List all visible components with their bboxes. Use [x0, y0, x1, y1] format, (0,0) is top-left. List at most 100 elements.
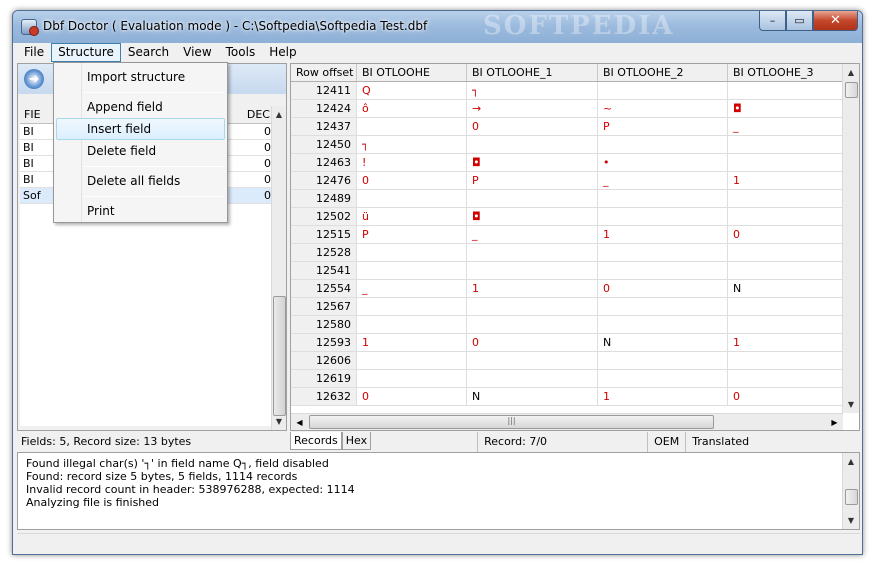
record-cell[interactable]	[728, 190, 843, 207]
row-offset-cell[interactable]: 12437	[291, 118, 357, 135]
record-cell[interactable]: P	[598, 118, 728, 135]
table-row[interactable]: 12502 ü ◘	[291, 208, 843, 226]
row-offset-cell[interactable]: 12450	[291, 136, 357, 153]
record-cell[interactable]	[598, 370, 728, 387]
record-cell[interactable]	[467, 244, 598, 261]
tab-records[interactable]: Records	[290, 432, 342, 450]
record-cell[interactable]: _	[728, 118, 843, 135]
row-offset-cell[interactable]: 12476	[291, 172, 357, 189]
record-cell[interactable]	[467, 352, 598, 369]
record-cell[interactable]: 1	[598, 226, 728, 243]
record-cell[interactable]: Q	[357, 82, 467, 99]
record-cell[interactable]	[357, 262, 467, 279]
row-offset-cell[interactable]: 12632	[291, 388, 357, 405]
scroll-up-arrow-icon[interactable]: ▲	[843, 64, 859, 81]
record-cell[interactable]: ┐	[467, 82, 598, 99]
record-cell[interactable]	[728, 208, 843, 225]
record-cell[interactable]: P	[467, 172, 598, 189]
record-cell[interactable]	[598, 316, 728, 333]
record-cell[interactable]: 1	[467, 280, 598, 297]
record-cell[interactable]	[598, 190, 728, 207]
table-row[interactable]: 12463! ◘ •	[291, 154, 843, 172]
record-cell[interactable]: ü	[357, 208, 467, 225]
record-cell[interactable]: P	[357, 226, 467, 243]
column-header-field-4[interactable]: BI OTLOOHE_3	[728, 64, 843, 81]
records-vscrollbar[interactable]: ▲ ▼	[842, 64, 859, 413]
row-offset-cell[interactable]: 12424	[291, 100, 357, 117]
record-cell[interactable]: 1	[728, 172, 843, 189]
record-cell[interactable]	[467, 316, 598, 333]
record-cell[interactable]: •	[598, 154, 728, 171]
scroll-right-arrow-icon[interactable]: ▶	[826, 414, 843, 430]
record-cell[interactable]	[467, 136, 598, 153]
row-offset-cell[interactable]: 12463	[291, 154, 357, 171]
table-row[interactable]: 12593 1 0 N 1	[291, 334, 843, 352]
record-cell[interactable]	[728, 352, 843, 369]
record-cell[interactable]	[598, 82, 728, 99]
record-cell[interactable]: →	[467, 100, 598, 117]
close-button[interactable]: ✕	[813, 11, 858, 31]
row-offset-cell[interactable]: 12528	[291, 244, 357, 261]
record-cell[interactable]	[357, 370, 467, 387]
record-cell[interactable]: 1	[357, 334, 467, 351]
record-cell[interactable]: 0	[598, 280, 728, 297]
menu-print[interactable]: Print	[56, 200, 225, 222]
record-cell[interactable]: ô	[357, 100, 467, 117]
import-arrow-icon[interactable]: ➜	[24, 69, 44, 89]
log-scrollbar[interactable]: ▲ ▼	[842, 453, 859, 529]
menu-insert-field[interactable]: Insert field	[56, 118, 225, 140]
record-cell[interactable]: ◘	[467, 154, 598, 171]
column-header-row-offset[interactable]: Row offset	[291, 64, 357, 81]
row-offset-cell[interactable]: 12502	[291, 208, 357, 225]
table-row[interactable]: 12411 Q ┐	[291, 82, 843, 100]
menu-delete-field[interactable]: Delete field	[56, 140, 225, 162]
record-cell[interactable]: 0	[357, 388, 467, 405]
record-cell[interactable]: 1	[598, 388, 728, 405]
record-cell[interactable]: 0	[357, 172, 467, 189]
table-row[interactable]: 12528	[291, 244, 843, 262]
table-row[interactable]: 12437 0 P _	[291, 118, 843, 136]
record-cell[interactable]	[357, 190, 467, 207]
record-cell[interactable]	[357, 118, 467, 135]
scroll-thumb[interactable]: |||	[309, 415, 714, 429]
scroll-down-arrow-icon[interactable]: ▼	[272, 413, 286, 430]
record-cell[interactable]	[598, 352, 728, 369]
table-row[interactable]: 12450 ┐	[291, 136, 843, 154]
record-cell[interactable]: !	[357, 154, 467, 171]
record-cell[interactable]	[357, 352, 467, 369]
row-offset-cell[interactable]: 12567	[291, 298, 357, 315]
row-offset-cell[interactable]: 12619	[291, 370, 357, 387]
scroll-up-arrow-icon[interactable]: ▲	[272, 106, 286, 123]
row-offset-cell[interactable]: 12606	[291, 352, 357, 369]
title-bar[interactable]: Dbf Doctor ( Evaluation mode ) - C:\Soft…	[13, 11, 862, 43]
record-cell[interactable]	[357, 244, 467, 261]
record-cell[interactable]	[728, 298, 843, 315]
table-row[interactable]: 12606	[291, 352, 843, 370]
record-cell[interactable]: 0	[467, 118, 598, 135]
menu-structure[interactable]: Structure	[51, 43, 121, 62]
record-cell[interactable]: ┐	[357, 136, 467, 153]
record-cell[interactable]	[728, 262, 843, 279]
record-cell[interactable]: N	[728, 280, 843, 297]
table-row[interactable]: 12567	[291, 298, 843, 316]
table-row[interactable]: 12554 _ 1 0 N	[291, 280, 843, 298]
record-cell[interactable]	[728, 82, 843, 99]
row-offset-cell[interactable]: 12541	[291, 262, 357, 279]
record-cell[interactable]	[357, 316, 467, 333]
record-cell[interactable]	[598, 298, 728, 315]
menu-tools[interactable]: Tools	[219, 43, 263, 62]
tab-hex[interactable]: Hex	[341, 432, 372, 450]
scroll-down-arrow-icon[interactable]: ▼	[843, 396, 859, 413]
row-offset-cell[interactable]: 12411	[291, 82, 357, 99]
row-offset-cell[interactable]: 12593	[291, 334, 357, 351]
record-cell[interactable]: _	[467, 226, 598, 243]
table-row[interactable]: 12424 ô → ~ ◘	[291, 100, 843, 118]
column-header-field-2[interactable]: BI OTLOOHE_1	[467, 64, 598, 81]
record-cell[interactable]: N	[467, 388, 598, 405]
menu-view[interactable]: View	[176, 43, 218, 62]
fields-scrollbar[interactable]: ▲ ▼	[271, 106, 286, 430]
record-cell[interactable]: 0	[728, 388, 843, 405]
menu-file[interactable]: File	[17, 43, 51, 62]
record-cell[interactable]	[467, 370, 598, 387]
menu-search[interactable]: Search	[121, 43, 176, 62]
